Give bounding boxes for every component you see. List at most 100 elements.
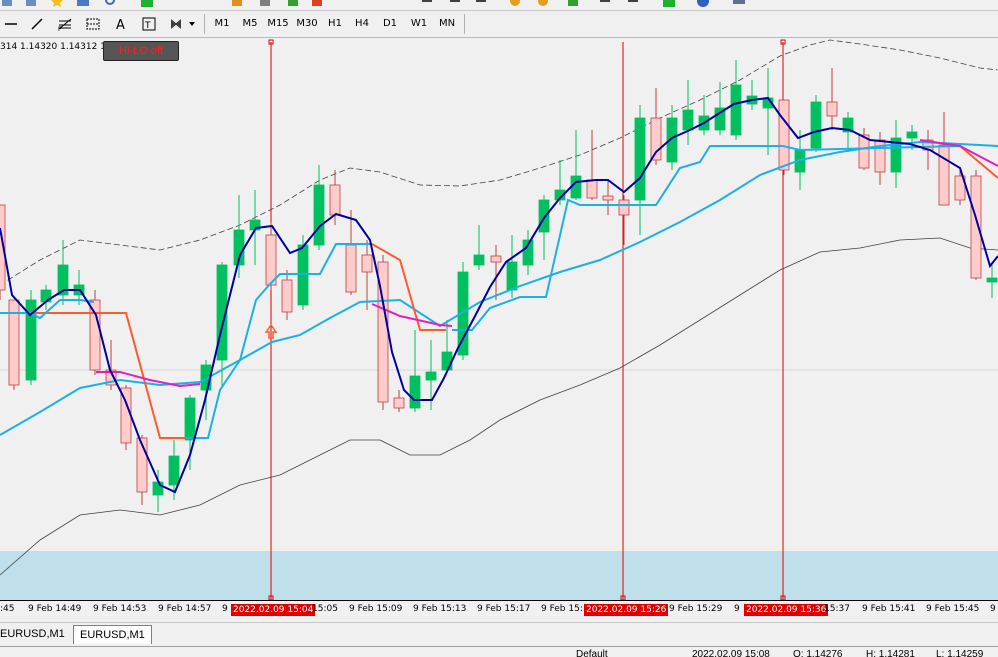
tf-m1-button[interactable]: M1: [210, 15, 234, 33]
toolbar-icon-partial[interactable]: [286, 0, 300, 8]
toolbar-icon-partial[interactable]: [626, 0, 640, 8]
price-chart[interactable]: 314 1.14320 1.14312 1.14: [0, 38, 998, 600]
tab-eurusd-m1[interactable]: EURUSD,M1: [0, 625, 71, 643]
tf-h1-button[interactable]: H1: [323, 15, 347, 33]
time-tick-label: 9 Feb 15:: [541, 604, 583, 614]
toolbar-separator: [204, 14, 205, 34]
bear-candle: [938, 144, 950, 206]
time-tick-label: 9 Feb 15:41: [862, 604, 916, 614]
toolbar-icon-partial[interactable]: [448, 0, 462, 8]
top-toolbar-strip: [0, 0, 998, 11]
bull-candle: [152, 481, 164, 496]
time-tick-label: 15:05: [312, 604, 338, 614]
fibonacci-tool-icon[interactable]: F: [54, 14, 76, 34]
bear-candle: [329, 184, 341, 216]
svg-text:F: F: [58, 26, 62, 32]
candlesticks: [0, 60, 998, 512]
chart-canvas[interactable]: [0, 38, 998, 600]
hilo-toggle-button[interactable]: Hi-LO off: [103, 41, 179, 61]
bull-candle: [409, 375, 421, 409]
time-tick-label: 9 Feb 15:13: [413, 604, 467, 614]
bear-candle: [89, 299, 101, 371]
bear-candle: [393, 397, 405, 409]
bear-candle: [858, 134, 870, 169]
channel-tool-icon[interactable]: [82, 14, 104, 34]
toolbar-icon-partial[interactable]: [732, 0, 746, 8]
tf-mn-button[interactable]: MN: [434, 15, 460, 33]
time-tick-label: :45: [0, 604, 15, 614]
time-tick-label: 9: [734, 604, 740, 614]
bear-candle: [265, 234, 277, 286]
tf-h4-button[interactable]: H4: [350, 15, 374, 33]
arrows-tool-icon[interactable]: [166, 14, 198, 34]
bull-candle: [313, 184, 325, 246]
upper-band-line: [0, 39, 998, 286]
magnifier-icon[interactable]: [104, 0, 118, 8]
folder-icon[interactable]: [76, 0, 90, 8]
tab-eurusd-m1-active[interactable]: EURUSD,M1: [73, 625, 152, 644]
tf-d1-button[interactable]: D1: [378, 15, 402, 33]
lower-band-line: [0, 237, 998, 576]
slow-ma-line: [0, 140, 998, 436]
toolbar-icon-partial[interactable]: [258, 0, 272, 8]
bear-candle: [602, 195, 614, 201]
clock-icon[interactable]: [696, 0, 710, 8]
toolbar-icon-partial[interactable]: [230, 0, 244, 8]
bull-candle: [168, 455, 180, 486]
time-tick-label: 9 Feb 14:53: [93, 604, 147, 614]
toolbar-icon-partial[interactable]: [310, 0, 324, 8]
toolbar-icon-partial[interactable]: [420, 0, 434, 8]
tf-w1-button[interactable]: W1: [406, 15, 432, 33]
time-tick-label: 9 Feb 14:57: [158, 604, 212, 614]
bull-candle: [730, 84, 742, 136]
bull-candle: [810, 101, 822, 149]
bull-candle: [538, 199, 550, 233]
bear-candle: [361, 254, 373, 273]
shaded-zone: [0, 551, 998, 600]
time-tick-label: 9: [222, 604, 228, 614]
bear-candle: [490, 255, 502, 263]
bull-candle: [441, 351, 453, 371]
time-tick-label: 9: [990, 604, 996, 614]
text-tool-icon[interactable]: A: [110, 14, 132, 34]
toolbar-icon-partial[interactable]: [24, 0, 38, 8]
time-tick-label: 15:37: [824, 604, 850, 614]
indicator-add-icon[interactable]: [662, 0, 676, 8]
star-icon[interactable]: [50, 0, 64, 8]
drawing-toolbar: F A T M1 M5 M15 M30 H1 H4 D1 W1 MN: [0, 11, 998, 38]
tf-m5-button[interactable]: M5: [238, 15, 262, 33]
bull-candle: [473, 254, 485, 266]
grid-icon[interactable]: [566, 0, 580, 8]
marker-time-label: 2022.02.09 15:26: [584, 604, 669, 616]
bull-candle: [570, 175, 582, 199]
bear-candle: [281, 279, 293, 313]
time-tick-label: 9 Feb 14:49: [28, 604, 82, 614]
bull-candle: [184, 397, 196, 441]
toolbar-icon-partial[interactable]: [474, 0, 488, 8]
marker-time-label: 2022.02.09 15:04: [231, 604, 316, 616]
dash-tool-icon[interactable]: [0, 14, 22, 34]
line-tool-icon[interactable]: [26, 14, 48, 34]
status-bar: Default 2022.02.09 15:08 O: 1.14276 H: 1…: [0, 646, 998, 657]
bear-candle: [826, 101, 838, 117]
bull-candle: [425, 371, 437, 381]
bear-candle: [618, 199, 630, 216]
zoom-in-icon[interactable]: [508, 0, 522, 8]
time-axis: :45 9 Feb 14:49 9 Feb 14:53 9 Feb 14:57 …: [0, 600, 998, 621]
time-tick-label: 9 Feb 15:29: [669, 604, 723, 614]
bull-candle: [506, 261, 518, 291]
toolbar-icon-partial[interactable]: [0, 0, 14, 8]
marker-time-label: 2022.02.09 15:36: [744, 604, 829, 616]
bull-candle: [906, 131, 918, 139]
tf-m15-button[interactable]: M15: [264, 15, 292, 33]
bear-candle: [345, 244, 357, 293]
zoom-out-icon[interactable]: [536, 0, 550, 8]
label-tool-icon[interactable]: T: [138, 14, 160, 34]
time-tick-label: 9 Feb 15:17: [477, 604, 531, 614]
tf-m30-button[interactable]: M30: [293, 15, 321, 33]
time-tick-label: 9 Feb 15:45: [926, 604, 980, 614]
add-icon[interactable]: [140, 0, 154, 8]
toolbar-icon-partial[interactable]: [598, 0, 612, 8]
svg-text:A: A: [116, 18, 125, 32]
toolbar-separator: [464, 14, 465, 34]
